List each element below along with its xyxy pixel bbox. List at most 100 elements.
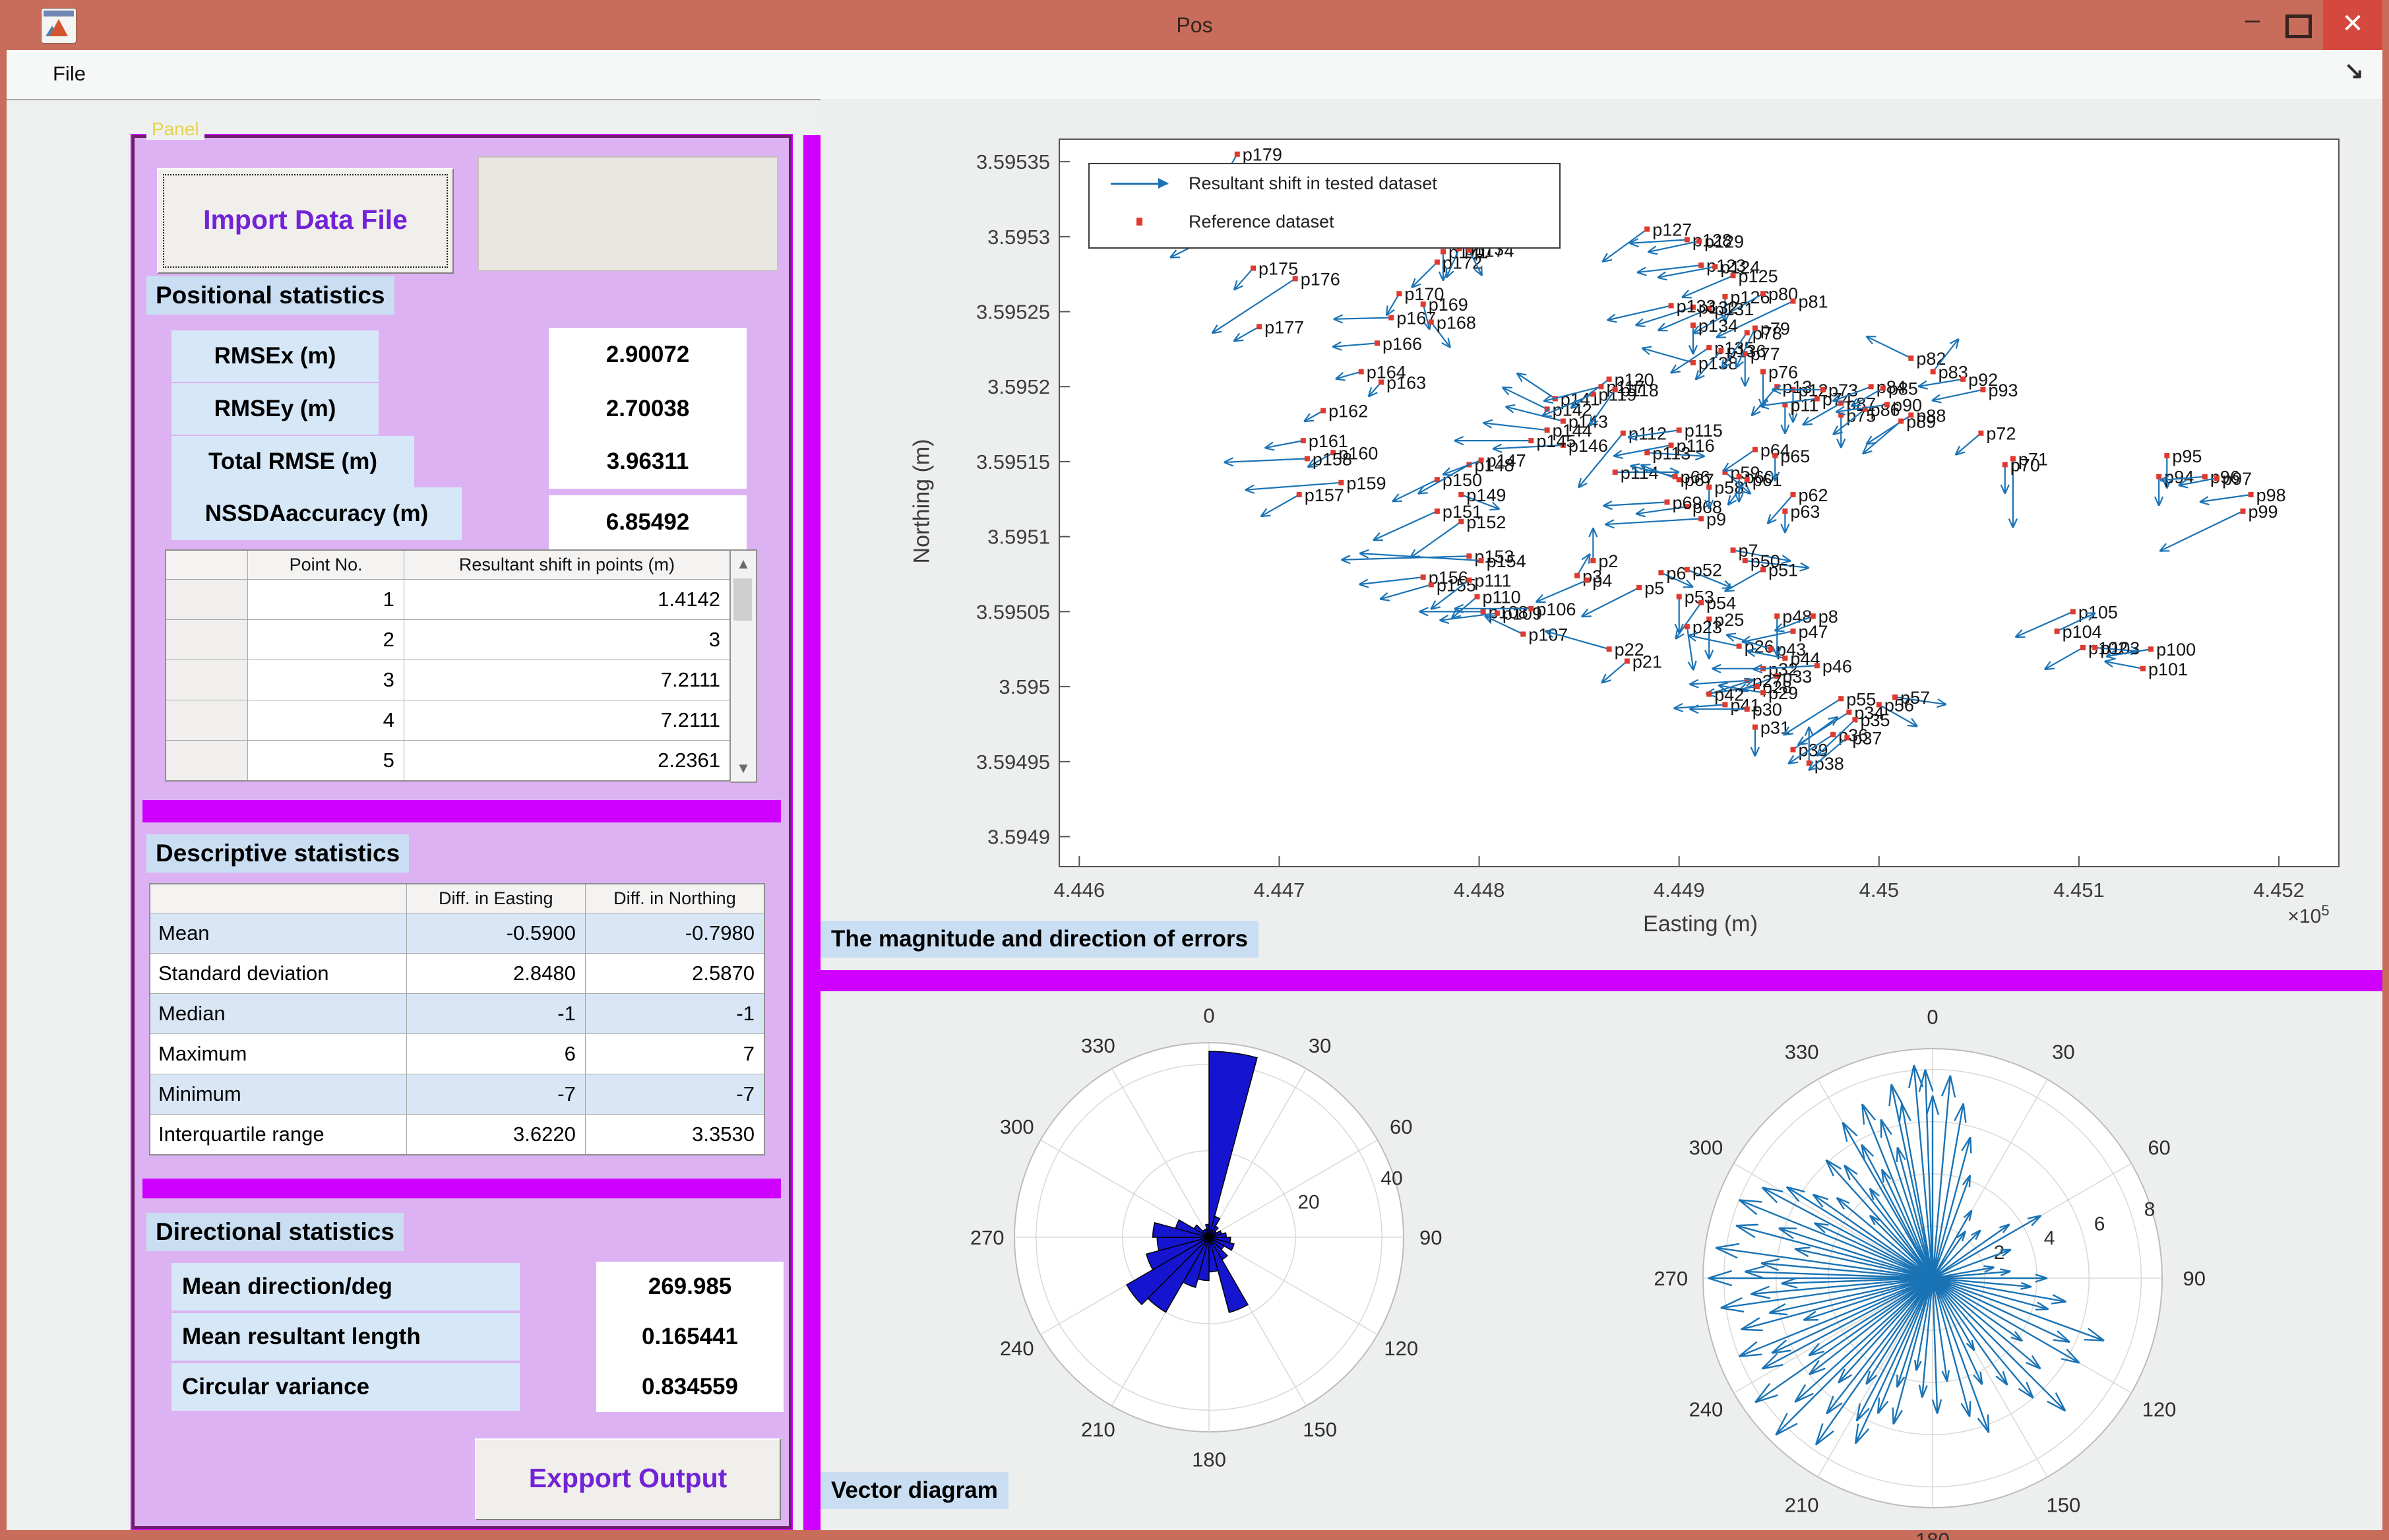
reference-point <box>2080 645 2086 650</box>
quiver-plot: 4.4464.4474.4484.4494.454.4514.4523.5953… <box>821 99 2382 970</box>
reference-point <box>2092 645 2097 650</box>
reference-point <box>1745 477 1750 482</box>
arrow-legend-icon <box>1090 183 1189 185</box>
reference-point <box>1644 450 1650 455</box>
reference-point <box>1774 613 1780 619</box>
close-button[interactable]: ✕ <box>2323 0 2382 50</box>
polar-angle-label: 90 <box>2183 1267 2205 1290</box>
reference-point <box>1706 691 1712 696</box>
panel-label: Panel <box>146 119 204 140</box>
reference-point <box>1669 443 1674 448</box>
polar-angle-label: 60 <box>1390 1115 1412 1138</box>
polar-radius-label: 8 <box>2144 1199 2156 1221</box>
plot-legend[interactable]: Resultant shift in tested dataset Refere… <box>1088 163 1561 249</box>
reference-point <box>1658 570 1663 575</box>
maximize-button[interactable] <box>2276 0 2322 50</box>
rmsex-value: 2.90072 <box>549 328 747 382</box>
table-row: 11.4142 <box>166 580 730 620</box>
menu-file[interactable]: File <box>41 50 98 98</box>
y-axis-label: Northing (m) <box>910 439 935 564</box>
reference-point <box>1458 492 1464 497</box>
point-label: p51 <box>1768 561 1798 580</box>
point-label: p48 <box>1782 607 1812 627</box>
table-scrollbar[interactable]: ▲ ▼ <box>731 549 757 783</box>
reference-point <box>1338 480 1344 485</box>
reference-point <box>1830 732 1836 737</box>
point-label: p65 <box>1780 447 1810 466</box>
point-label: p129 <box>1704 232 1744 252</box>
reference-point <box>1691 323 1696 328</box>
legend-entry-reference: Reference dataset <box>1090 202 1559 241</box>
descriptive-stats-title: Descriptive statistics <box>146 834 409 873</box>
red-dot-legend-icon <box>1090 218 1189 226</box>
title-bar: Pos – ✕ <box>0 0 2389 50</box>
reference-point <box>1305 456 1310 461</box>
mean-resultant-label: Mean resultant length <box>171 1313 520 1361</box>
reference-point <box>2140 666 2146 671</box>
scroll-up-icon[interactable]: ▲ <box>731 551 756 577</box>
reference-point <box>1908 355 1913 361</box>
reference-point <box>1466 553 1472 559</box>
col-header-easting: Diff. in Easting <box>406 884 585 913</box>
reference-point <box>1698 600 1704 605</box>
reference-point <box>1737 474 1742 479</box>
point-label: p179 <box>1243 145 1282 165</box>
x-tick-label: 4.45 <box>1859 878 1899 902</box>
scroll-down-icon[interactable]: ▼ <box>731 755 756 782</box>
table-row: Median-1-1 <box>150 994 764 1034</box>
polar-plots: 0306090120150180210240270300330204003060… <box>821 991 2382 1530</box>
point-label: p127 <box>1652 220 1692 239</box>
minimize-button[interactable]: – <box>2229 0 2276 50</box>
y-tick-label: 3.595 <box>999 675 1050 698</box>
y-tick-label: 3.5951 <box>987 526 1050 549</box>
point-label: p72 <box>1986 424 2016 444</box>
scroll-thumb[interactable] <box>733 578 752 621</box>
reference-point <box>1820 387 1826 392</box>
panel-divider-1 <box>142 800 781 822</box>
axis-multiplier: ×105 <box>2287 902 2329 928</box>
reference-point <box>2249 492 2254 497</box>
polar-angle-label: 210 <box>1081 1418 1115 1441</box>
polar-angle-label: 180 <box>1192 1448 1226 1471</box>
window-right-border <box>2382 50 2389 1540</box>
reference-point <box>2148 646 2154 652</box>
reference-point <box>1691 360 1696 365</box>
point-label: p30 <box>1753 700 1782 720</box>
reference-point <box>1598 384 1603 389</box>
reference-point <box>1745 330 1750 335</box>
point-label: p37 <box>1852 728 1882 748</box>
reference-point <box>1846 710 1851 715</box>
export-output-button[interactable]: Expport Output <box>475 1438 781 1520</box>
reference-point <box>1743 558 1748 563</box>
polar-angle-label: 270 <box>1654 1267 1688 1290</box>
point-label: p101 <box>2148 660 2188 679</box>
point-label: p79 <box>1760 319 1790 339</box>
point-label: p100 <box>2156 640 2196 660</box>
point-label: p46 <box>1822 656 1852 676</box>
reference-point <box>1435 259 1440 264</box>
reference-point <box>1421 574 1426 580</box>
polar-angle-label: 330 <box>1081 1034 1115 1057</box>
directional-stats-title: Directional statistics <box>146 1213 404 1251</box>
point-label: p125 <box>1739 266 1778 286</box>
dock-arrow-icon[interactable]: ↘ <box>2344 57 2364 84</box>
reference-point <box>1435 508 1440 514</box>
reference-point <box>1475 594 1480 600</box>
reference-point <box>1257 324 1262 329</box>
col-header-shift: Resultant shift in points (m) <box>404 550 730 580</box>
point-label: p21 <box>1632 652 1662 671</box>
point-label: p99 <box>2249 502 2278 522</box>
polar-angle-label: 30 <box>1309 1034 1331 1057</box>
y-tick-label: 3.5953 <box>987 226 1050 249</box>
reference-point <box>1528 606 1534 611</box>
polar-angle-label: 120 <box>2142 1398 2177 1421</box>
point-label: p93 <box>1988 381 2018 400</box>
point-label: p118 <box>1621 381 1659 400</box>
import-data-button[interactable]: Import Data File <box>157 168 454 274</box>
polar-angle-label: 60 <box>2148 1136 2170 1159</box>
quiver-caption: The magnitude and direction of errors <box>821 921 1258 958</box>
app-window: Pos – ✕ File ↘ Import Data File Position… <box>0 0 2389 1540</box>
col-header-point-no: Point No. <box>248 550 404 580</box>
table-row: Mean-0.5900-0.7980 <box>150 913 764 954</box>
reference-point <box>2156 474 2161 479</box>
